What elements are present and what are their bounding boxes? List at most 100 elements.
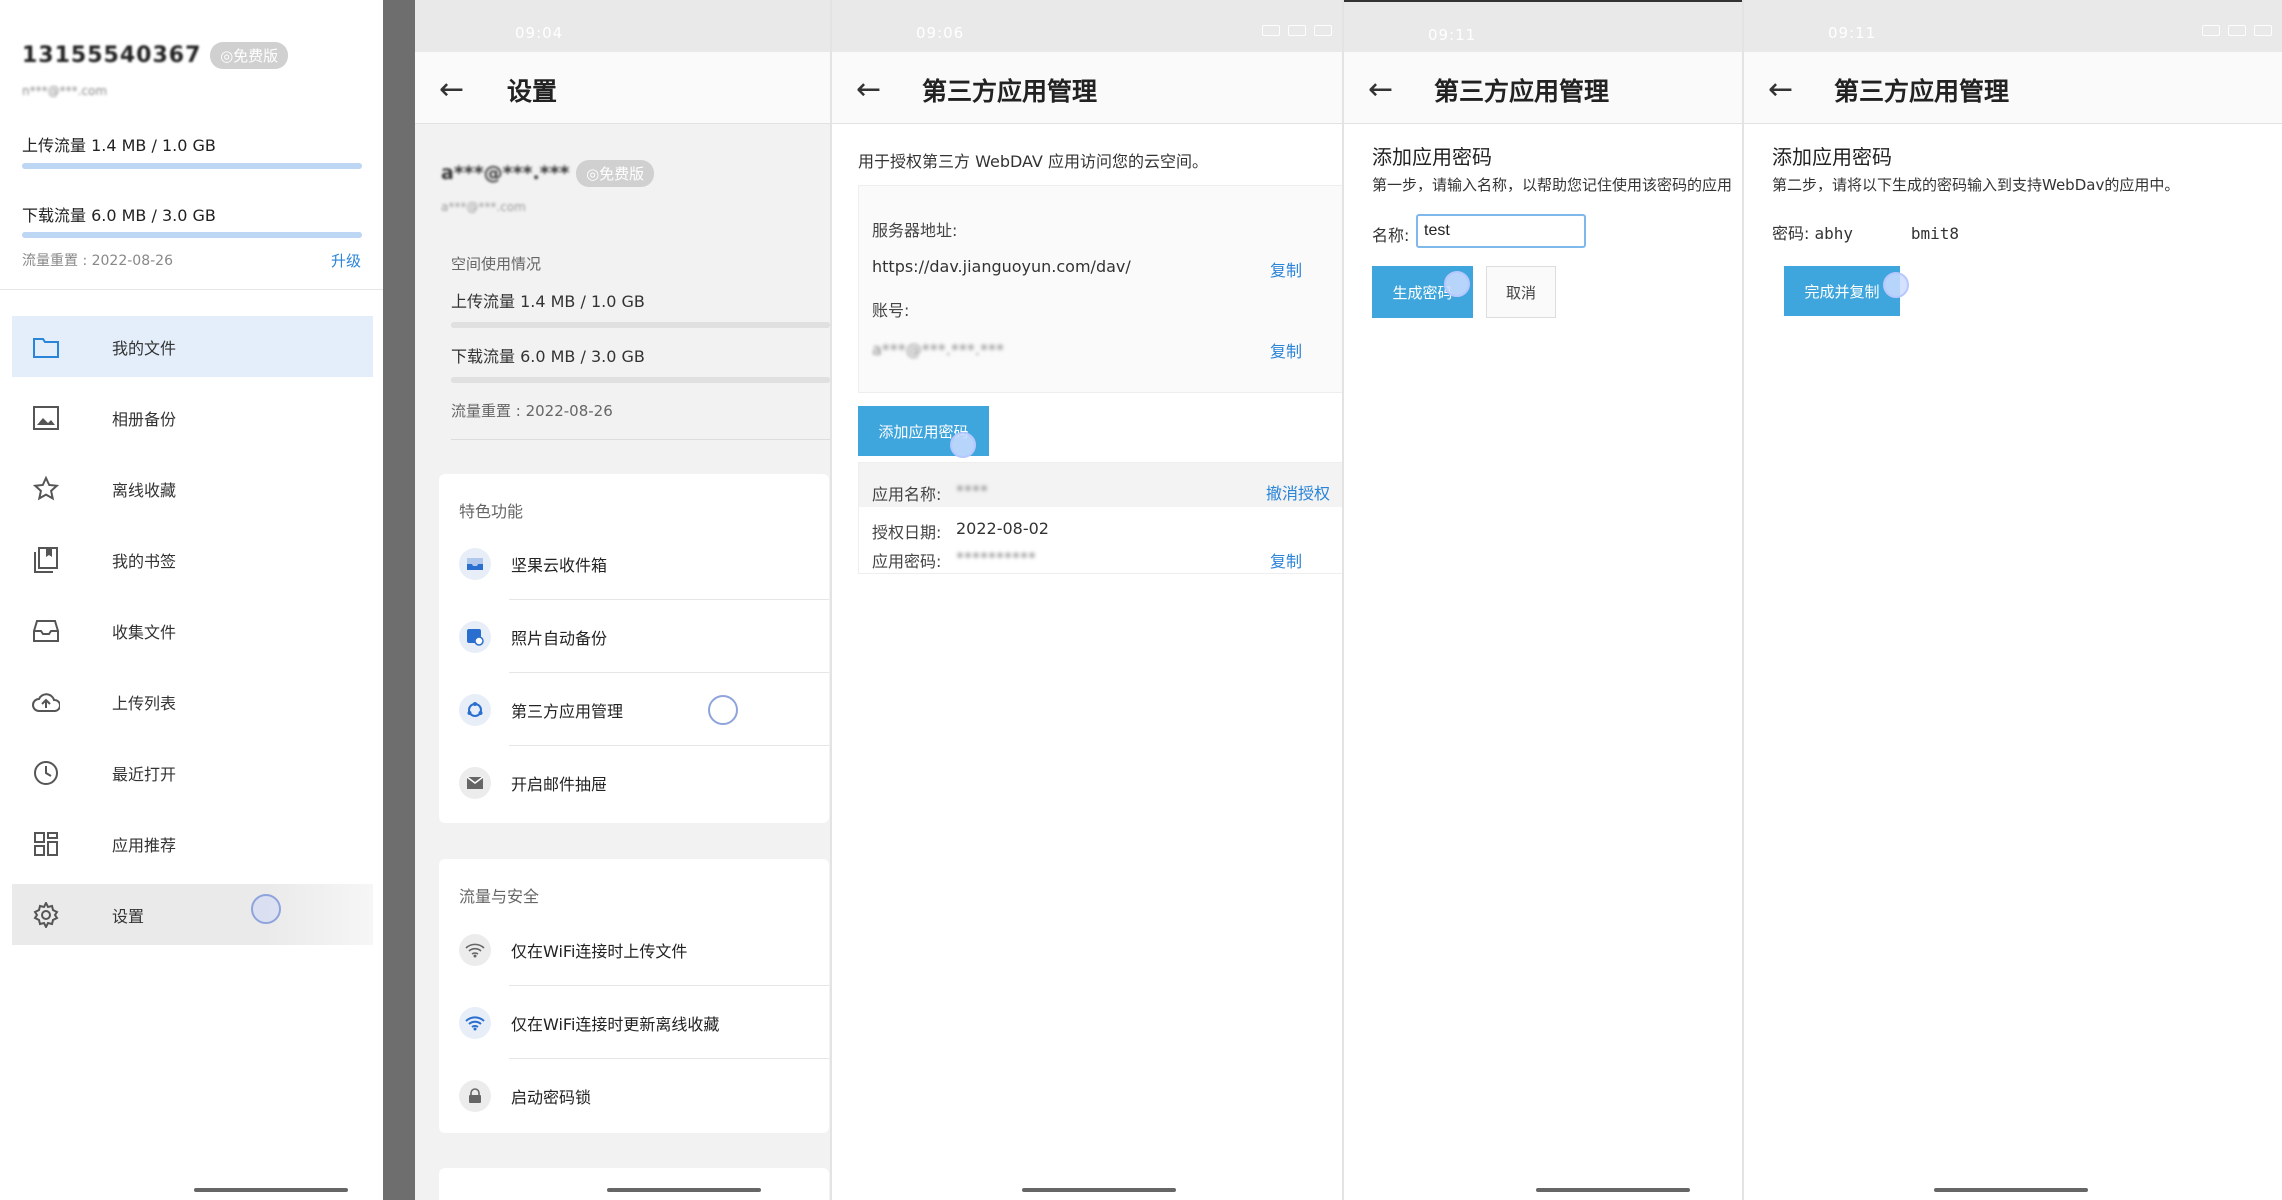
folder-icon [30,331,62,363]
name-label: 名称: [1372,226,1410,245]
app-name-label: 应用名称: [872,485,942,504]
copy-app-password-button[interactable]: 复制 [1270,548,1302,572]
inbox-icon [30,615,62,647]
touch-indicator [251,894,281,924]
touch-indicator [1444,271,1470,297]
finish-copy-button[interactable]: 完成并复制 [1784,266,1900,316]
status-bar: 09:04 [415,0,830,52]
settings-appbar: ← 设置 [415,52,830,124]
upgrade-link[interactable]: 升级 [331,250,361,271]
nav-settings[interactable]: 设置 [12,884,373,945]
drawer-panel: 13155540367 ◎免费版 n***@***.com 上传流量 1.4 M… [0,0,383,1200]
account-value: a***@***.***.*** [872,340,1004,359]
home-indicator [1934,1188,2088,1192]
server-url: https://dav.jianguoyun.com/dav/ [872,257,1131,276]
clock-icon [30,757,62,789]
auth-date-label: 授权日期: [872,523,942,542]
back-arrow-icon[interactable]: ← [856,72,892,108]
status-time: 09:06 [916,24,965,42]
account-email: n***@***.com [22,84,108,98]
password-value: abhy bmit8 [1814,224,1960,243]
home-indicator [1022,1188,1176,1192]
back-arrow-icon[interactable]: ← [439,72,475,108]
copy-server-button[interactable]: 复制 [1270,257,1302,281]
nav-label: 我的文件 [112,338,177,358]
nav-bookmarks[interactable]: 我的书签 [12,529,373,590]
back-arrow-icon[interactable]: ← [1768,72,1804,108]
security-title: 流量与安全 [459,887,540,906]
nav-label: 上传列表 [112,693,177,713]
nav-recent[interactable]: 最近打开 [12,742,373,803]
photo-backup-icon [459,620,491,653]
status-bar: 09:11 [1344,0,1742,52]
upload-quota: 上传流量 1.4 MB / 1.0 GB [22,136,216,155]
account-header: a***@***.*** ◎免费版 [441,160,655,187]
step2-instructions: 第二步，请将以下生成的密码输入到支持WebDav的应用中。 [1772,176,2180,194]
nav-label: 最近打开 [112,764,177,784]
feature-inbox[interactable]: 坚果云收件箱 [439,527,829,600]
feature-photo-backup[interactable]: 照片自动备份 [439,600,829,673]
add-password-heading: 添加应用密码 [1772,145,1892,169]
nav-label: 应用推荐 [112,835,177,855]
page-title: 第三方应用管理 [922,77,1098,106]
status-icons [1262,25,1332,36]
revoke-button[interactable]: 撤消授权 [1266,480,1330,504]
usage-label: 空间使用情况 [451,255,542,273]
security-label: 仅在WiFi连接时上传文件 [511,941,688,961]
server-label: 服务器地址: [872,221,958,240]
gear-icon [30,899,62,931]
nav-offline[interactable]: 离线收藏 [12,458,373,519]
page-title: 设置 [507,77,558,106]
nav-my-files[interactable]: 我的文件 [12,316,373,377]
back-arrow-icon[interactable]: ← [1368,72,1404,108]
security-wifi-offline[interactable]: 仅在WiFi连接时更新离线收藏 [439,986,829,1059]
free-badge: ◎免费版 [576,160,655,187]
add-password-heading: 添加应用密码 [1372,145,1492,169]
features-card: 特色功能 坚果云收件箱 照片自动备份 第三方应用管理 开启邮件抽屉 [439,474,829,823]
features-title: 特色功能 [459,502,524,521]
account-name: 13155540367 [22,42,202,68]
free-badge: ◎免费版 [210,42,289,69]
feature-label: 照片自动备份 [511,628,608,648]
star-icon [30,473,62,505]
cancel-button[interactable]: 取消 [1486,266,1556,318]
auth-date-value: 2022-08-02 [956,519,1049,538]
security-label: 仅在WiFi连接时更新离线收藏 [511,1014,720,1034]
app-name-value: **** [956,481,988,500]
app-password-label: 应用密码: [872,552,942,571]
step1-instructions: 第一步，请输入名称，以帮助您记住使用该密码的应用 [1372,176,1733,194]
nav-app-recommend[interactable]: 应用推荐 [12,813,373,874]
page-title: 第三方应用管理 [1434,77,1610,106]
home-indicator [607,1188,761,1192]
nav-label: 设置 [112,906,145,926]
divider [0,289,383,290]
name-input[interactable] [1416,214,1586,248]
download-progress [451,377,830,383]
touch-indicator [950,432,976,458]
bookmark-icon [30,544,62,576]
security-wifi-upload[interactable]: 仅在WiFi连接时上传文件 [439,913,829,986]
quota-reset: 流量重置 : 2022-08-26 [22,253,173,269]
status-icons [2202,25,2272,36]
feature-mail-drawer[interactable]: 开启邮件抽屉 [439,746,829,819]
feature-label: 坚果云收件箱 [511,555,608,575]
nav-collect[interactable]: 收集文件 [12,600,373,661]
mail-icon [459,766,491,799]
lock-icon [459,1079,491,1112]
nav-album-backup[interactable]: 相册备份 [12,387,373,448]
cloud-upload-icon [30,686,62,718]
upload-quota: 上传流量 1.4 MB / 1.0 GB [451,292,645,311]
copy-account-button[interactable]: 复制 [1270,338,1302,362]
security-password-lock[interactable]: 启动密码锁 [439,1059,829,1132]
nav-upload-list[interactable]: 上传列表 [12,671,373,732]
step2-appbar: ← 第三方应用管理 [1744,52,2282,124]
account-email: a***@***.com [441,200,526,214]
app-manage-appbar: ← 第三方应用管理 [832,52,1342,124]
password-label: 密码: [1772,224,1810,243]
download-quota: 下载流量 6.0 MB / 3.0 GB [22,206,216,225]
account-header: 13155540367 ◎免费版 [22,42,289,69]
grid-icon [30,828,62,860]
home-indicator [1536,1188,1690,1192]
description: 用于授权第三方 WebDAV 应用访问您的云空间。 [858,152,1208,171]
feature-third-party[interactable]: 第三方应用管理 [439,673,829,746]
